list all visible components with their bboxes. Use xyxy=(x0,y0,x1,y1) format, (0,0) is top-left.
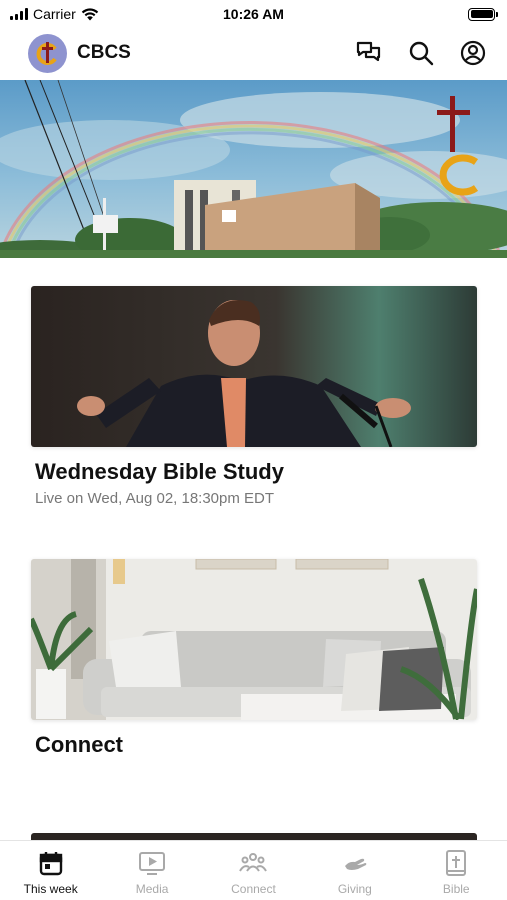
bottom-tab-bar: This week Media Connect Giving Bible xyxy=(0,840,507,900)
battery-icon xyxy=(468,7,498,21)
calendar-icon xyxy=(39,852,62,876)
card-image xyxy=(31,559,477,720)
app-title: CBCS xyxy=(77,42,131,63)
tab-connect[interactable]: Connect xyxy=(208,849,298,896)
card-subtitle: Live on Wed, Aug 02, 18:30pm EDT xyxy=(35,490,275,507)
tab-media[interactable]: Media xyxy=(107,849,197,896)
account-icon[interactable] xyxy=(459,39,487,67)
people-icon xyxy=(239,853,268,872)
app-header: CBCS xyxy=(0,28,507,78)
card-title: Wednesday Bible Study xyxy=(35,459,284,484)
carrier-label: Carrier xyxy=(33,6,76,22)
status-time: 10:26 AM xyxy=(223,6,284,22)
play-icon xyxy=(139,852,166,875)
hero-banner[interactable] xyxy=(0,80,507,258)
church-logo-avatar[interactable] xyxy=(28,33,67,73)
search-icon[interactable] xyxy=(407,39,435,67)
tab-label: Connect xyxy=(231,882,276,896)
carrier-info: Carrier xyxy=(10,6,99,22)
tab-bible[interactable]: Bible xyxy=(411,849,501,896)
tab-this-week[interactable]: This week xyxy=(6,849,96,896)
tab-label: This week xyxy=(23,882,78,896)
preacher-image xyxy=(31,286,477,447)
giving-hand-icon xyxy=(344,858,367,870)
connect-card[interactable]: Connect xyxy=(31,559,477,758)
status-bar: Carrier 10:26 AM xyxy=(0,0,507,28)
wifi-icon xyxy=(81,7,98,20)
church-logo-icon xyxy=(36,42,57,65)
card-title: Connect xyxy=(35,732,123,757)
signal-icon xyxy=(10,8,28,20)
chat-icon[interactable] xyxy=(355,39,383,67)
church-hero-image xyxy=(0,80,507,258)
app-screen: Carrier 10:26 AM CBCS Wednesday Bible St… xyxy=(0,0,507,900)
tab-label: Media xyxy=(135,882,169,896)
tab-giving[interactable]: Giving xyxy=(310,849,400,896)
bible-icon xyxy=(446,850,467,876)
header-actions xyxy=(355,39,487,67)
tab-label: Bible xyxy=(442,882,470,896)
card-image xyxy=(31,286,477,447)
event-card-bible-study[interactable]: Wednesday Bible Study Live on Wed, Aug 0… xyxy=(31,286,477,507)
tab-label: Giving xyxy=(337,882,372,896)
living-room-image xyxy=(31,559,477,720)
